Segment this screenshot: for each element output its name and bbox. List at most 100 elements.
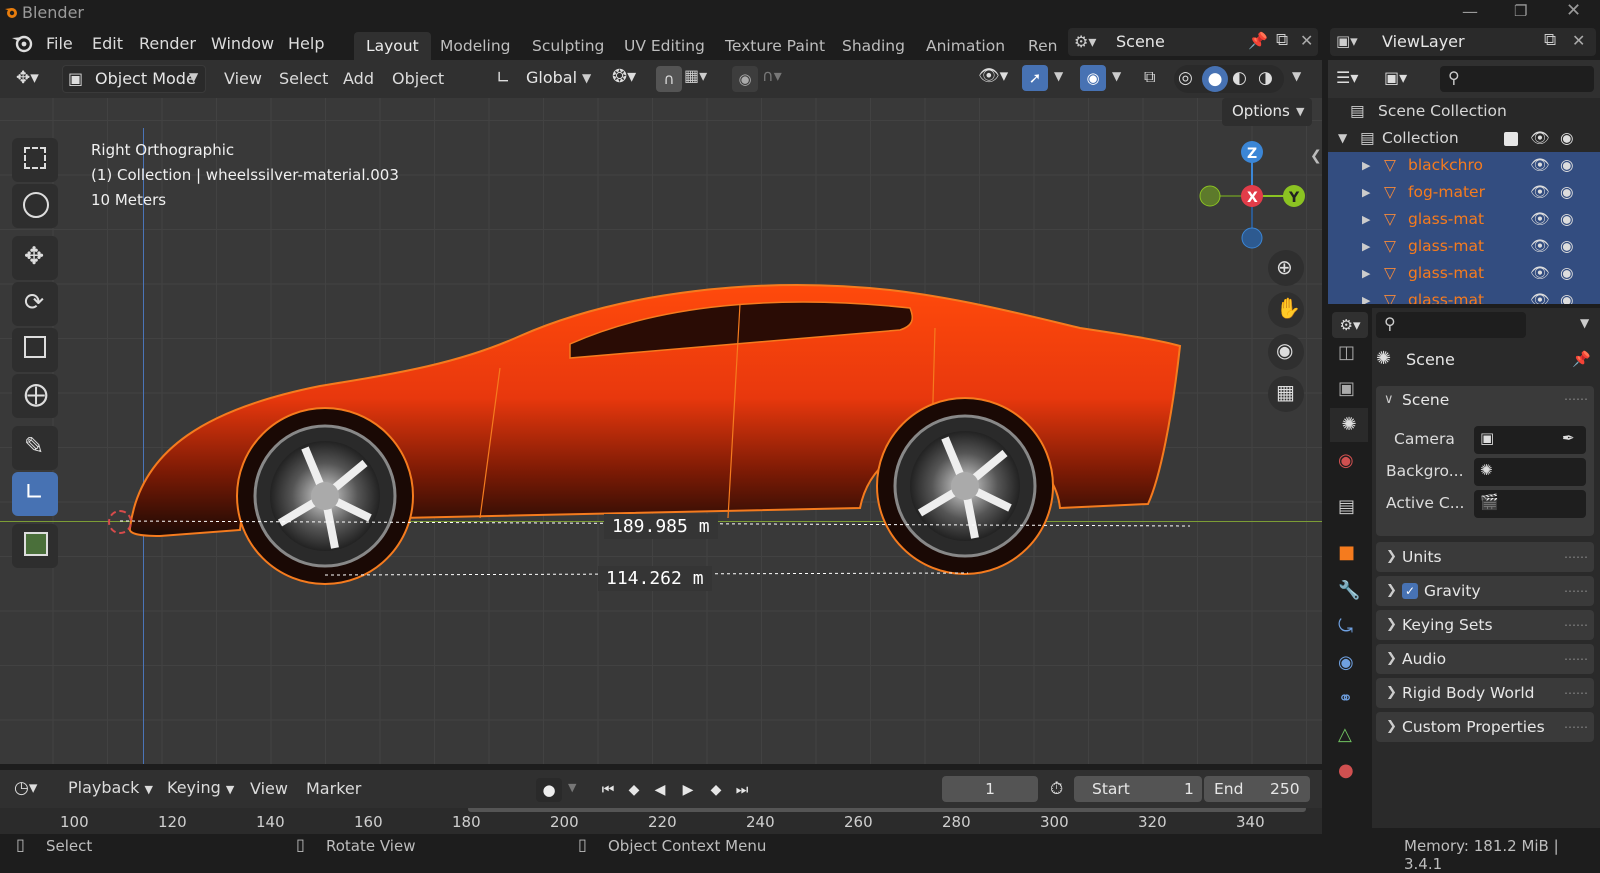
panel-units[interactable]: ❯ Units ⋯⋯ xyxy=(1376,542,1594,572)
scale-tool[interactable] xyxy=(12,328,58,372)
timeline-view-menu[interactable]: View xyxy=(250,778,288,800)
editor-type-icon[interactable]: ✥▾ xyxy=(16,68,39,88)
tab-layout[interactable]: Layout xyxy=(354,32,431,60)
keying-menu[interactable]: Keying ▼ xyxy=(167,778,234,797)
restore-icon[interactable]: ❐ xyxy=(1514,2,1527,20)
timeline-editor-icon[interactable]: ◷▾ xyxy=(14,778,37,798)
camera-render-icon[interactable]: ◉ xyxy=(1560,260,1574,287)
scene-selector[interactable]: ⚙▾ Scene 📌 ⧉ ✕ xyxy=(1068,28,1318,56)
delete-viewlayer-icon[interactable]: ✕ xyxy=(1572,31,1585,50)
pivot-point-icon[interactable]: ❂▾ xyxy=(612,66,636,87)
start-frame-field[interactable]: Start 1 xyxy=(1074,776,1202,802)
panel-gravity[interactable]: ❯ ✓ Gravity ⋯⋯ xyxy=(1376,576,1594,606)
timeline-scrollbar[interactable] xyxy=(466,808,1308,814)
play-reverse-button[interactable]: ◀ xyxy=(648,779,672,801)
menu-view[interactable]: View xyxy=(224,68,262,90)
playback-menu[interactable]: Playback ▼ xyxy=(68,778,153,797)
outliner-search[interactable]: ⚲ xyxy=(1440,66,1594,92)
camera-render-icon[interactable]: ◉ xyxy=(1560,152,1574,179)
timeline-ruler[interactable]: 100 120 140 160 180 200 220 240 260 280 … xyxy=(0,808,1322,834)
menu-help[interactable]: Help xyxy=(288,33,324,55)
menu-object[interactable]: Object xyxy=(392,68,444,90)
drag-handle-icon[interactable]: ⋯⋯ xyxy=(1564,576,1588,606)
eye-icon[interactable]: 👁 xyxy=(1530,233,1550,260)
drag-handle-icon[interactable]: ⋯⋯ xyxy=(1564,610,1588,640)
scene-name[interactable]: Scene xyxy=(1116,32,1165,51)
camera-render-icon[interactable]: ◉ xyxy=(1560,233,1574,260)
eye-icon[interactable]: 👁 xyxy=(1530,125,1550,152)
orientation-dropdown[interactable]: ∟ Global ▼ xyxy=(494,66,598,94)
overlays-dropdown-icon[interactable]: ▼ xyxy=(1112,69,1121,83)
blender-menu-icon[interactable] xyxy=(10,32,34,58)
collapse-sidebar-icon[interactable]: ❮ xyxy=(1310,148,1322,164)
solid-shading-icon[interactable]: ● xyxy=(1202,66,1228,92)
current-frame-field[interactable]: 1 xyxy=(942,776,1038,802)
end-frame-field[interactable]: End 250 xyxy=(1204,776,1310,802)
expand-icon[interactable]: ▼ xyxy=(1338,125,1347,152)
tab-animation[interactable]: Animation xyxy=(914,32,1017,60)
annotate-tool[interactable]: ✎ xyxy=(12,426,58,470)
drag-handle-icon[interactable]: ⋯⋯ xyxy=(1564,644,1588,674)
stopwatch-icon[interactable]: ⏱ xyxy=(1050,779,1063,799)
eye-icon[interactable]: 👁 xyxy=(1530,260,1550,287)
tab-rendering[interactable]: Ren xyxy=(1016,32,1063,60)
expand-icon[interactable]: ▶ xyxy=(1362,206,1370,233)
eye-icon[interactable]: 👁 xyxy=(1530,287,1550,304)
eyedropper-icon[interactable]: ✒ xyxy=(1562,429,1575,447)
viewlayer-name[interactable]: ViewLayer xyxy=(1382,32,1465,51)
tab-shading[interactable]: Shading xyxy=(830,32,917,60)
transform-tool[interactable]: ⨁ xyxy=(12,374,58,418)
camera-render-icon[interactable]: ◉ xyxy=(1560,206,1574,233)
scene-tab-icon[interactable]: ✺ xyxy=(1330,408,1368,442)
play-button[interactable]: ▶ xyxy=(676,779,700,801)
tab-modeling[interactable]: Modeling xyxy=(428,32,523,60)
rotate-tool[interactable]: ⟳ xyxy=(12,282,58,326)
panel-custom-properties[interactable]: ❯ Custom Properties ⋯⋯ xyxy=(1376,712,1594,742)
section-title[interactable]: Scene xyxy=(1402,391,1449,409)
ortho-toggle-button[interactable]: ▦ xyxy=(1268,376,1304,412)
expand-icon[interactable]: ▶ xyxy=(1362,233,1370,260)
menu-edit[interactable]: Edit xyxy=(92,33,123,55)
expand-icon[interactable]: ▶ xyxy=(1362,287,1370,304)
menu-render[interactable]: Render xyxy=(139,33,196,55)
properties-search[interactable]: ⚲ xyxy=(1376,312,1526,338)
outliner-item[interactable]: ▶ ▽ glass-mat 👁 ◉ xyxy=(1328,206,1600,233)
menu-window[interactable]: Window xyxy=(211,33,274,55)
camera-render-icon[interactable]: ◉ xyxy=(1560,179,1574,206)
modifier-tab-icon[interactable]: 🔧 xyxy=(1338,580,1360,601)
expand-icon[interactable]: ▶ xyxy=(1362,260,1370,287)
close-icon[interactable]: ✕ xyxy=(1566,0,1581,21)
jump-end-button[interactable]: ⏭ xyxy=(730,779,754,801)
record-button[interactable]: ● xyxy=(536,778,562,802)
jump-start-button[interactable]: ⏮ xyxy=(596,779,620,801)
background-field[interactable]: ✺ xyxy=(1474,458,1586,486)
pan-button[interactable]: ✋ xyxy=(1268,292,1304,328)
snap-target-icon[interactable]: ▦▾ xyxy=(684,66,707,85)
falloff-icon[interactable]: ∩▾ xyxy=(762,66,782,85)
drag-handle-icon[interactable]: ⋯⋯ xyxy=(1564,712,1588,742)
eye-icon[interactable]: 👁 xyxy=(1530,206,1550,233)
gravity-checkbox[interactable]: ✓ xyxy=(1402,583,1418,599)
expand-icon[interactable]: ▶ xyxy=(1362,152,1370,179)
material-shading-icon[interactable]: ◐ xyxy=(1232,68,1247,88)
properties-editor-icon[interactable]: ⚙▾ xyxy=(1332,312,1368,338)
pin-icon[interactable]: 📌 xyxy=(1248,31,1268,50)
outliner-item[interactable]: ▶ ▽ fog-mater 👁 ◉ xyxy=(1328,179,1600,206)
collection-tab-icon[interactable]: ▤ xyxy=(1338,496,1355,517)
data-tab-icon[interactable]: △ xyxy=(1338,724,1352,745)
move-tool[interactable]: ✥ xyxy=(12,236,58,280)
camera-view-button[interactable]: ◉ xyxy=(1268,334,1304,370)
tab-texture-paint[interactable]: Texture Paint xyxy=(713,32,837,60)
3d-cursor-icon[interactable] xyxy=(108,510,132,534)
cursor-tool[interactable] xyxy=(12,184,58,228)
menu-file[interactable]: File xyxy=(46,33,73,55)
display-mode-icon[interactable]: ▣▾ xyxy=(1384,68,1407,87)
outliner-item[interactable]: ▶ ▽ glass-mat 👁 ◉ xyxy=(1328,260,1600,287)
next-keyframe-button[interactable]: ◆ xyxy=(704,779,728,801)
zoom-button[interactable]: ⊕ xyxy=(1268,250,1304,286)
camera-field[interactable]: ▣ ✒ xyxy=(1474,426,1586,454)
constraints-tab-icon[interactable]: ⚭ xyxy=(1338,688,1353,709)
panel-audio[interactable]: ❯ Audio ⋯⋯ xyxy=(1376,644,1594,674)
outliner-item[interactable]: ▶ ▽ glass-mat 👁 ◉ xyxy=(1328,287,1600,304)
render-tab-icon[interactable]: ◫ xyxy=(1338,342,1355,363)
